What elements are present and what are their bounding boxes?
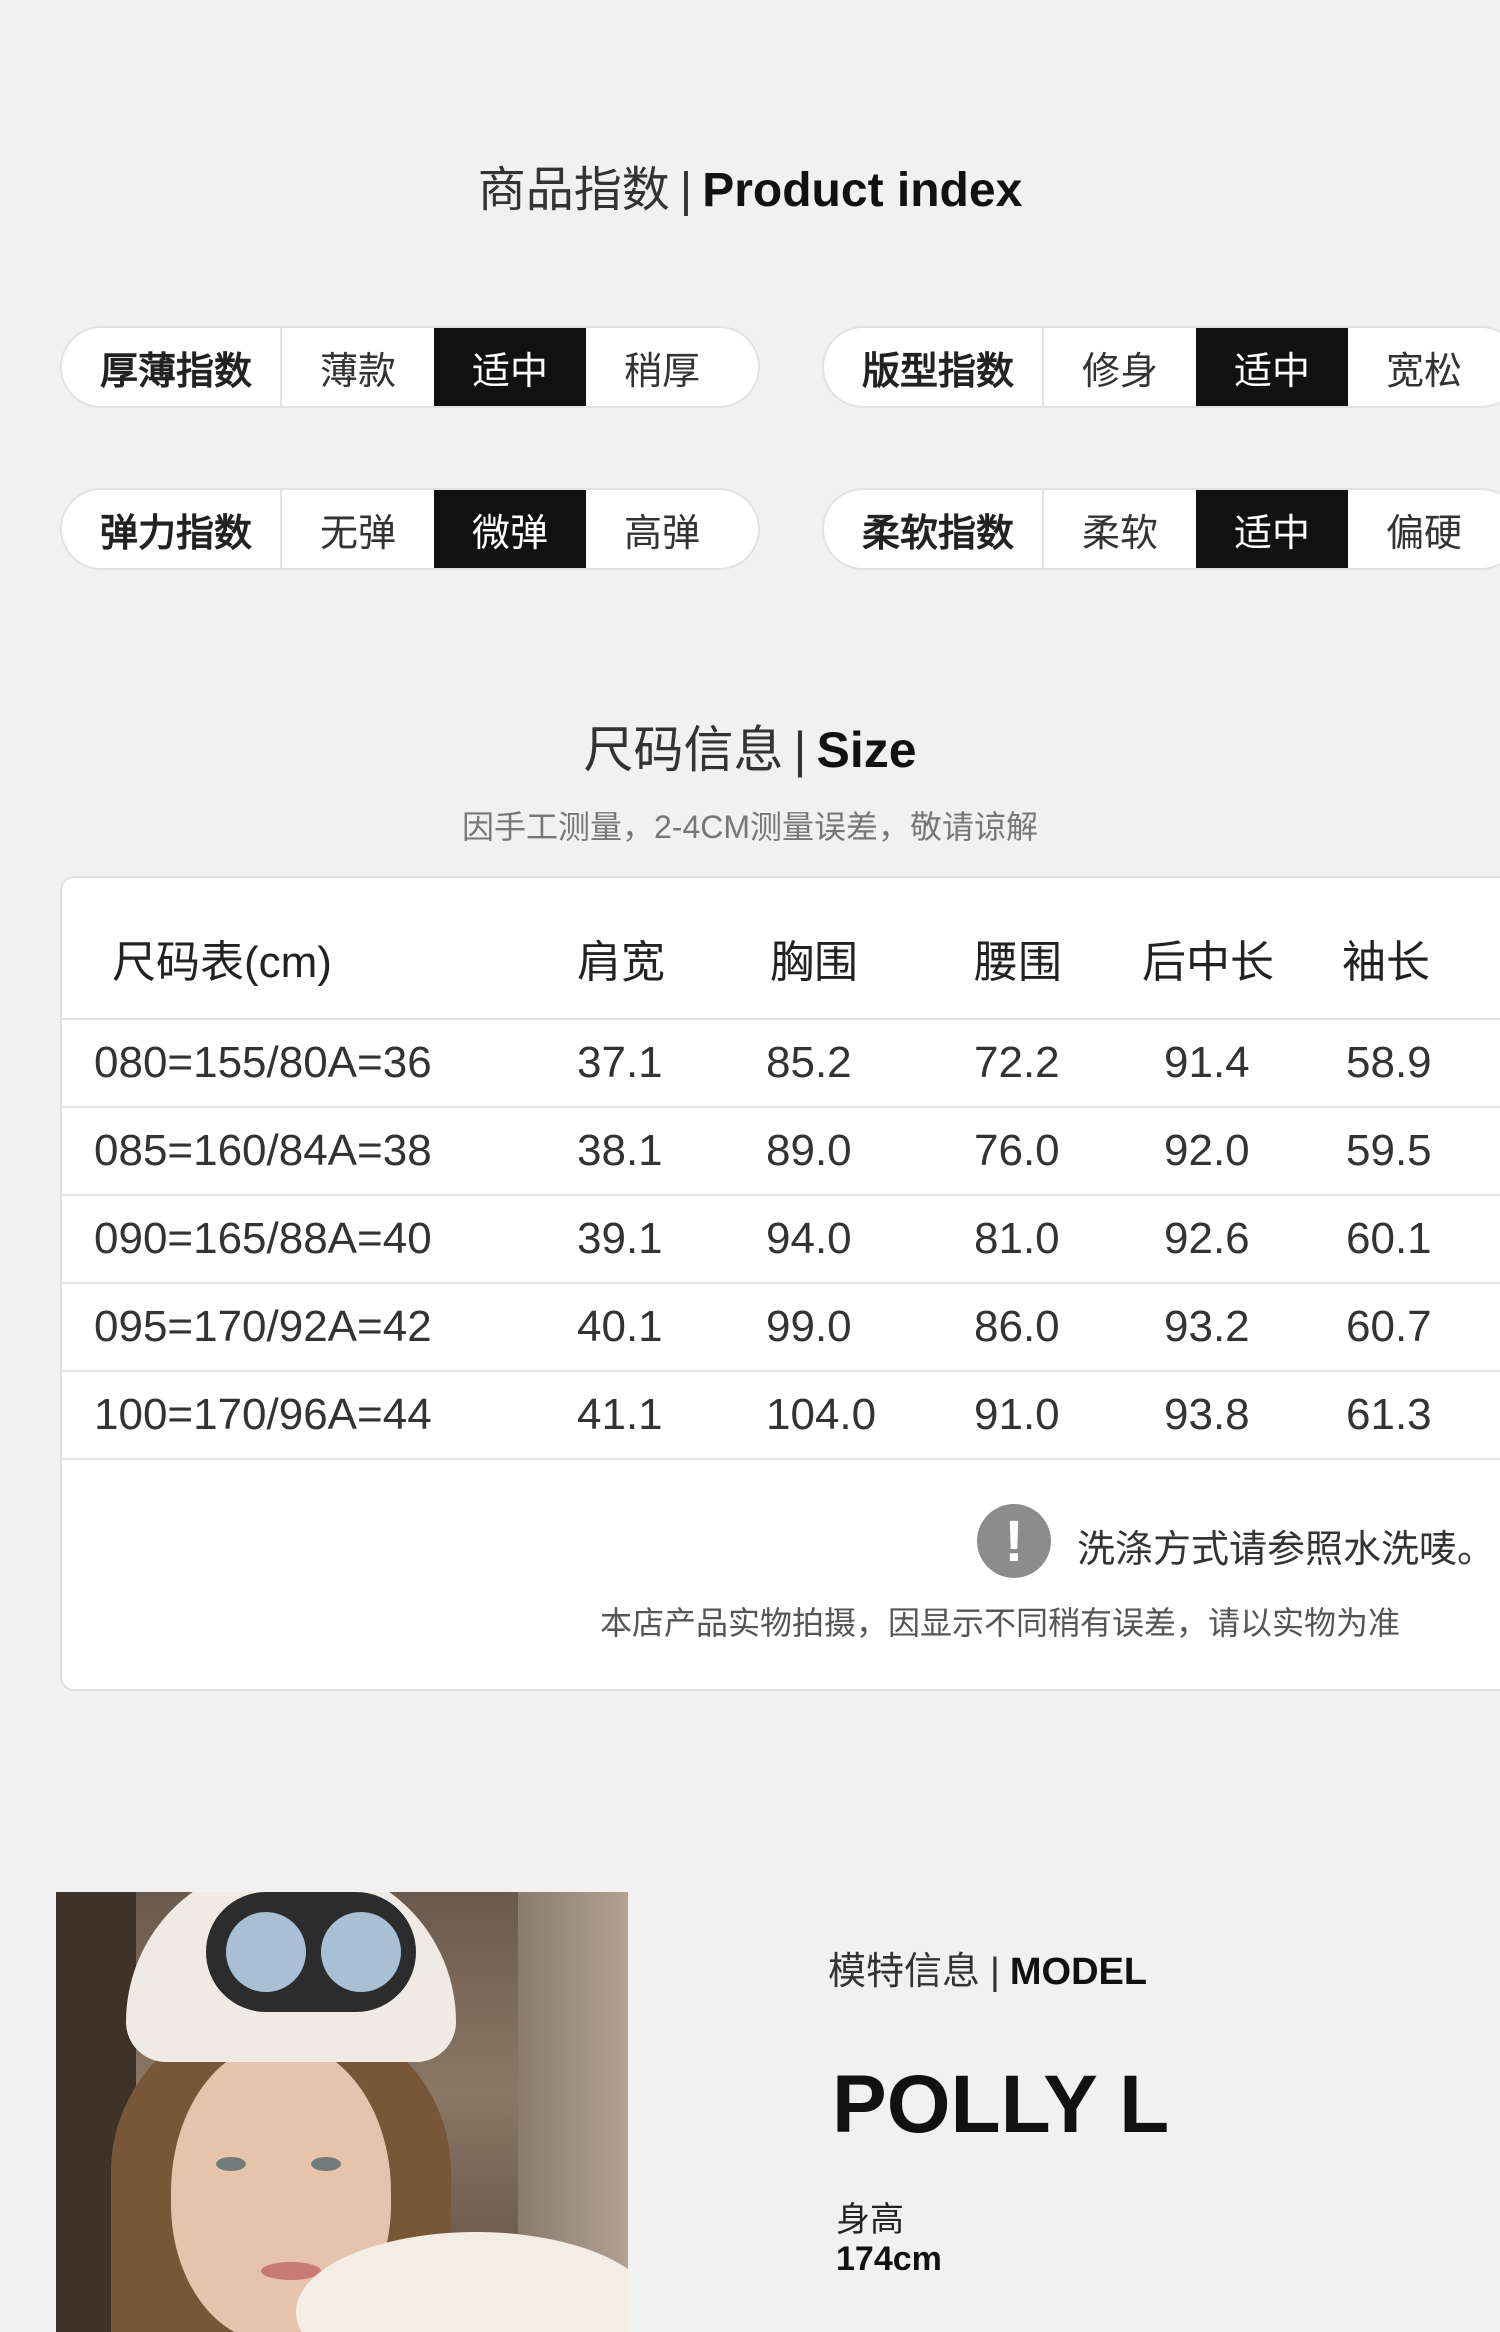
wash-note: 洗涤方式请参照水洗唛。 — [1077, 1529, 1496, 1571]
index-option-selected: 适中 — [1196, 328, 1348, 406]
table-row: 100=170/96A=44 41.1 104.0 91.0 93.8 61.3 — [62, 1370, 1500, 1460]
title-separator: | — [679, 164, 693, 217]
table-cell: 81.0 — [974, 1214, 1060, 1263]
table-cell: 91.4 — [1164, 1038, 1250, 1087]
table-cell: 39.1 — [577, 1214, 663, 1263]
table-row: 085=160/84A=38 38.1 89.0 76.0 92.0 59.5 — [62, 1106, 1500, 1196]
model-height-value: 174cm — [836, 2240, 942, 2278]
table-cell: 94.0 — [766, 1214, 852, 1263]
model-title-cn: 模特信息 — [828, 1951, 981, 1993]
size-title-cn: 尺码信息 — [583, 722, 784, 778]
table-header-chest: 胸围 — [770, 938, 858, 987]
table-cell: 76.0 — [974, 1126, 1060, 1175]
table-cell: 41.1 — [577, 1390, 663, 1439]
index-thickness: 厚薄指数 薄款 适中 稍厚 — [60, 326, 760, 408]
index-option: 高弹 — [623, 512, 700, 555]
index-option-selected: 适中 — [434, 328, 586, 406]
table-cell: 91.0 — [974, 1390, 1060, 1439]
index-option: 无弹 — [319, 512, 396, 555]
table-row: 090=165/88A=40 39.1 94.0 81.0 92.6 60.1 — [62, 1194, 1500, 1284]
table-cell: 60.1 — [1346, 1214, 1432, 1263]
index-label: 版型指数 — [824, 328, 1044, 406]
table-header-size: 尺码表(cm) — [112, 938, 332, 987]
index-label: 柔软指数 — [824, 490, 1044, 568]
goggle-lens — [321, 1912, 401, 1992]
index-option: 薄款 — [319, 350, 396, 393]
photo-disclaimer: 本店产品实物拍摄，因显示不同稍有误差，请以实物为准 — [600, 1605, 1401, 1641]
index-label: 弹力指数 — [62, 490, 282, 568]
index-option: 偏硬 — [1385, 512, 1462, 555]
title-separator: | — [990, 1951, 1000, 1993]
index-option-selected: 适中 — [1196, 490, 1348, 568]
index-option: 柔软 — [1081, 512, 1158, 555]
model-title-en: MODEL — [1009, 1951, 1148, 1993]
table-cell: 99.0 — [766, 1302, 852, 1351]
model-eye — [311, 2157, 341, 2171]
table-cell: 61.3 — [1346, 1390, 1432, 1439]
table-cell: 080=155/80A=36 — [94, 1038, 432, 1087]
table-header-shoulder: 肩宽 — [577, 938, 665, 987]
table-cell: 090=165/88A=40 — [94, 1214, 432, 1263]
table-cell: 93.2 — [1164, 1302, 1250, 1351]
table-cell: 40.1 — [577, 1302, 663, 1351]
index-option: 宽松 — [1385, 350, 1462, 393]
size-title-en: Size — [816, 722, 917, 778]
table-cell: 085=160/84A=38 — [94, 1126, 432, 1175]
table-cell: 37.1 — [577, 1038, 663, 1087]
table-row: 080=155/80A=36 37.1 85.2 72.2 91.4 58.9 — [62, 1018, 1500, 1108]
table-cell: 92.0 — [1164, 1126, 1250, 1175]
table-cell: 92.6 — [1164, 1214, 1250, 1263]
model-eye — [216, 2157, 246, 2171]
model-title: 模特信息 | MODEL — [828, 1940, 1147, 1995]
model-photo — [56, 1892, 628, 2332]
table-header-back-length: 后中长 — [1142, 938, 1274, 987]
table-cell: 72.2 — [974, 1038, 1060, 1087]
index-option: 稍厚 — [623, 350, 700, 393]
table-cell: 38.1 — [577, 1126, 663, 1175]
product-index-title: 商品指数 | Product index — [0, 150, 1500, 220]
table-header-sleeve: 袖长 — [1342, 938, 1430, 987]
index-elasticity: 弹力指数 无弹 微弹 高弹 — [60, 488, 760, 570]
index-fit: 版型指数 修身 适中 宽松 — [822, 326, 1500, 408]
size-subtitle: 因手工测量，2-4CM测量误差，敬请谅解 — [461, 809, 1039, 845]
goggle-lens — [226, 1912, 306, 1992]
index-option: 修身 — [1081, 350, 1158, 393]
exclamation-icon: ! — [977, 1504, 1051, 1578]
index-label: 厚薄指数 — [62, 328, 282, 406]
size-title: 尺码信息 | Size — [0, 710, 1500, 782]
model-name: POLLY L — [832, 2059, 1170, 2150]
table-cell: 86.0 — [974, 1302, 1060, 1351]
table-cell: 100=170/96A=44 — [94, 1390, 432, 1439]
table-cell: 104.0 — [766, 1390, 877, 1439]
table-cell: 85.2 — [766, 1038, 852, 1087]
product-index-title-en: Product index — [702, 164, 1023, 217]
index-option-selected: 微弹 — [434, 490, 586, 568]
size-table-card: 尺码表(cm) 肩宽 胸围 腰围 后中长 袖长 080=155/80A=36 3… — [60, 876, 1500, 1691]
table-cell: 93.8 — [1164, 1390, 1250, 1439]
model-height-label: 身高 — [836, 2201, 904, 2239]
table-cell: 095=170/92A=42 — [94, 1302, 432, 1351]
table-row: 095=170/92A=42 40.1 99.0 86.0 93.2 60.7 — [62, 1282, 1500, 1372]
table-cell: 58.9 — [1346, 1038, 1432, 1087]
table-cell: 89.0 — [766, 1126, 852, 1175]
product-index-title-cn: 商品指数 — [477, 164, 670, 217]
table-header-waist: 腰围 — [974, 938, 1062, 987]
table-cell: 60.7 — [1346, 1302, 1432, 1351]
title-separator: | — [793, 722, 807, 778]
table-cell: 59.5 — [1346, 1126, 1432, 1175]
table-header-row: 尺码表(cm) 肩宽 胸围 腰围 后中长 袖长 — [62, 878, 1500, 1020]
index-softness: 柔软指数 柔软 适中 偏硬 — [822, 488, 1500, 570]
